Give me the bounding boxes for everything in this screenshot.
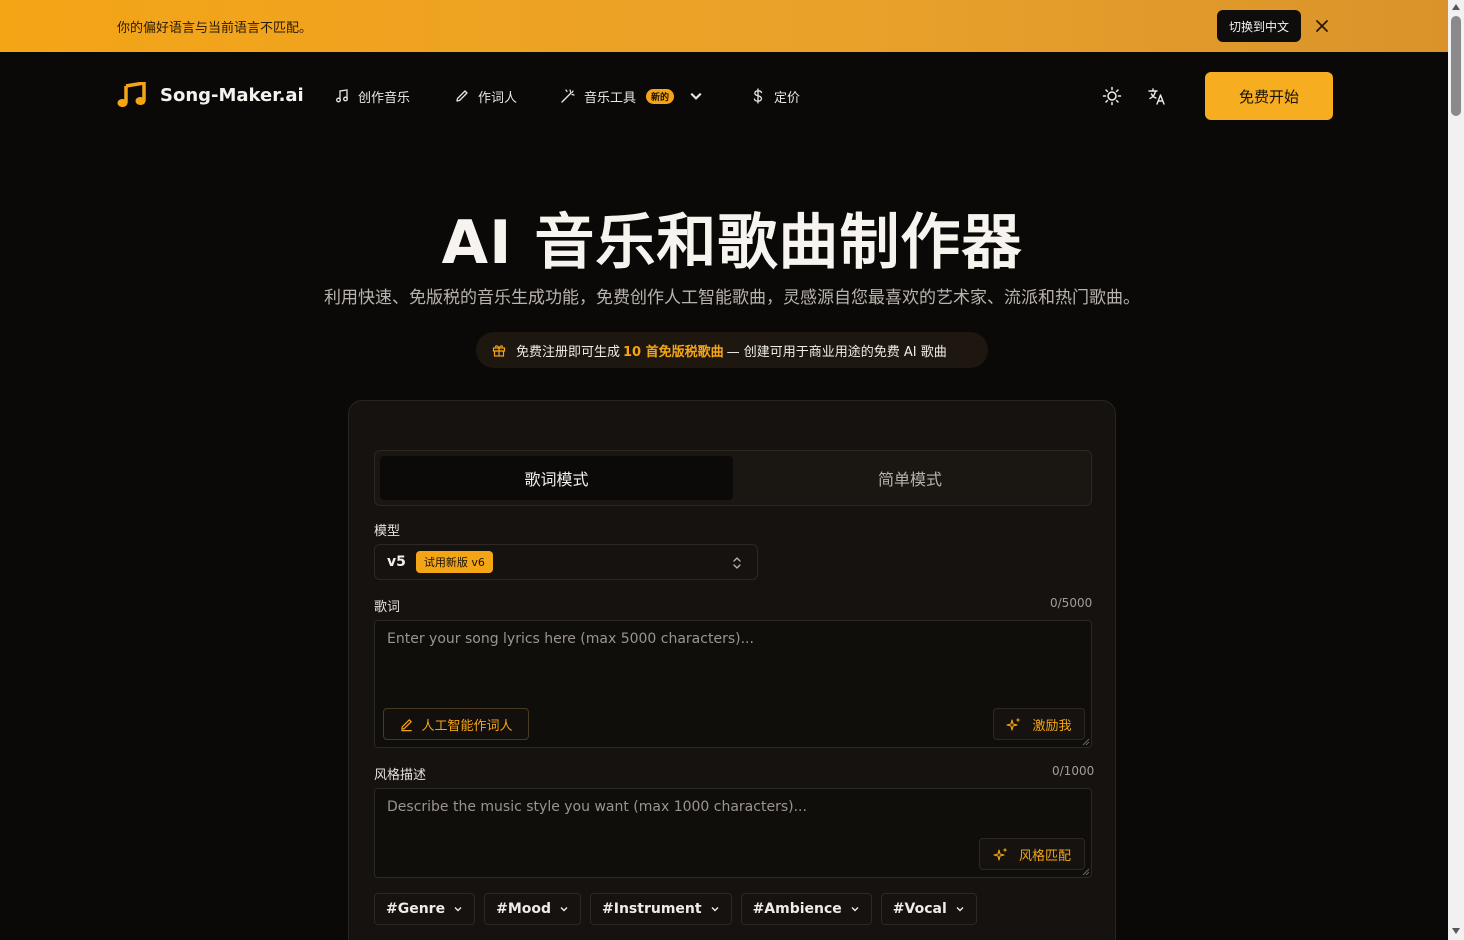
- tag-mood[interactable]: #Mood: [484, 893, 582, 925]
- lyrics-placeholder: Enter your song lyrics here (max 5000 ch…: [387, 631, 754, 647]
- tag-instrument[interactable]: #Instrument: [590, 893, 732, 925]
- ai-lyricist-label: 人工智能作词人: [421, 718, 513, 734]
- nav-item-lyricist[interactable]: 作词人: [454, 86, 517, 106]
- promo-highlight: 10 首免版税歌曲: [623, 344, 724, 360]
- nav-item-label: 作词人: [478, 90, 518, 106]
- tab-simple-mode[interactable]: 简单模式: [733, 456, 1087, 500]
- nav-item-label: 创作音乐: [358, 90, 411, 106]
- chevron-up-down-icon: [733, 557, 741, 569]
- style-counter: 0/1000: [1052, 764, 1095, 778]
- resize-handle-icon[interactable]: [1082, 868, 1090, 876]
- sparkles-icon: [993, 847, 1008, 861]
- top-navigation: Song-Maker.ai 创作音乐 作词人 音乐工具 新的 定价 免费开始: [0, 52, 1448, 140]
- tag-ambience[interactable]: #Ambience: [740, 893, 872, 925]
- lyrics-counter: 0/5000: [1050, 596, 1093, 610]
- chevron-down-icon: [560, 907, 568, 912]
- brand-logo[interactable]: Song-Maker.ai: [117, 82, 304, 108]
- magic-wand-icon: [561, 89, 575, 103]
- model-label: 模型: [374, 524, 401, 539]
- nav-item-label: 定价: [774, 90, 801, 106]
- tag-label: #Vocal: [892, 901, 947, 917]
- tag-label: #Ambience: [752, 901, 842, 917]
- inspire-me-button[interactable]: 激励我: [993, 708, 1085, 740]
- scroll-up-arrow-icon[interactable]: [1452, 4, 1460, 10]
- tab-lyrics-mode[interactable]: 歌词模式: [380, 456, 733, 500]
- style-input[interactable]: Describe the music style you want (max 1…: [374, 788, 1092, 878]
- brand-name: Song-Maker.ai: [160, 84, 304, 106]
- tag-label: #Genre: [386, 901, 446, 917]
- chevron-down-icon: [454, 907, 462, 912]
- page-title: AI 音乐和歌曲制作器: [441, 208, 1023, 278]
- chevron-down-icon: [690, 92, 702, 100]
- lyrics-input[interactable]: Enter your song lyrics here (max 5000 ch…: [374, 620, 1092, 748]
- style-label: 风格描述: [374, 768, 427, 783]
- model-value: v5: [387, 554, 406, 570]
- style-tags: #Genre #Mood #Instrument #Ambience #Voca…: [374, 893, 977, 925]
- chevron-down-icon: [851, 907, 859, 912]
- try-v6-badge[interactable]: 试用新版 v6: [415, 551, 493, 573]
- style-match-button[interactable]: 风格匹配: [979, 838, 1085, 870]
- song-generator-card: 歌词模式 简单模式 模型 v5 试用新版 v6 歌词 0/5000 Enter …: [348, 400, 1116, 940]
- new-badge: 新的: [646, 88, 675, 104]
- pen-icon: [456, 90, 468, 102]
- language-banner: 你的偏好语言与当前语言不匹配。 切换到中文: [0, 0, 1448, 52]
- page-subtitle: 利用快速、免版税的音乐生成功能，免费创作人工智能歌曲，灵感源自您最喜欢的艺术家、…: [324, 288, 1140, 308]
- promo-prefix: 免费注册即可生成: [516, 344, 621, 360]
- music-logo-icon: [117, 82, 146, 107]
- lyrics-label: 歌词: [374, 600, 401, 615]
- translate-icon[interactable]: [1147, 86, 1167, 106]
- chevron-down-icon: [711, 907, 719, 912]
- nav-item-label: 音乐工具: [584, 90, 637, 106]
- nav-item-create-music[interactable]: 创作音乐: [334, 86, 410, 106]
- music-note-icon: [336, 89, 348, 103]
- style-match-label: 风格匹配: [1018, 848, 1071, 864]
- scrollbar-thumb[interactable]: [1451, 16, 1461, 116]
- resize-handle-icon[interactable]: [1082, 738, 1090, 746]
- scrollbar[interactable]: [1448, 0, 1464, 940]
- ai-lyricist-button[interactable]: 人工智能作词人: [383, 708, 529, 740]
- dollar-icon: [753, 88, 763, 104]
- pen-icon: [401, 718, 413, 731]
- start-free-button[interactable]: 免费开始: [1205, 72, 1333, 120]
- close-icon[interactable]: [1312, 16, 1332, 36]
- gift-icon: [492, 345, 506, 357]
- promo-suffix: — 创建可用于商业用途的免费 AI 歌曲: [726, 344, 947, 360]
- tag-vocal[interactable]: #Vocal: [880, 893, 977, 925]
- model-select[interactable]: v5 试用新版 v6: [374, 544, 758, 580]
- promo-banner: 免费注册即可生成 10 首免版税歌曲 — 创建可用于商业用途的免费 AI 歌曲: [476, 332, 988, 368]
- tag-label: #Instrument: [602, 901, 702, 917]
- scroll-down-arrow-icon[interactable]: [1452, 928, 1460, 934]
- tag-label: #Mood: [496, 901, 552, 917]
- nav-item-pricing[interactable]: 定价: [750, 86, 800, 106]
- mode-tabs: 歌词模式 简单模式: [374, 450, 1092, 506]
- sparkles-icon: [1006, 717, 1021, 731]
- inspire-me-label: 激励我: [1032, 718, 1072, 734]
- chevron-down-icon: [956, 907, 964, 912]
- switch-language-button[interactable]: 切换到中文: [1217, 10, 1301, 42]
- nav-item-music-tools[interactable]: 音乐工具 新的: [560, 86, 712, 106]
- sun-icon[interactable]: [1102, 86, 1122, 106]
- tag-genre[interactable]: #Genre: [374, 893, 476, 925]
- banner-message: 你的偏好语言与当前语言不匹配。: [117, 21, 313, 36]
- style-placeholder: Describe the music style you want (max 1…: [387, 799, 807, 815]
